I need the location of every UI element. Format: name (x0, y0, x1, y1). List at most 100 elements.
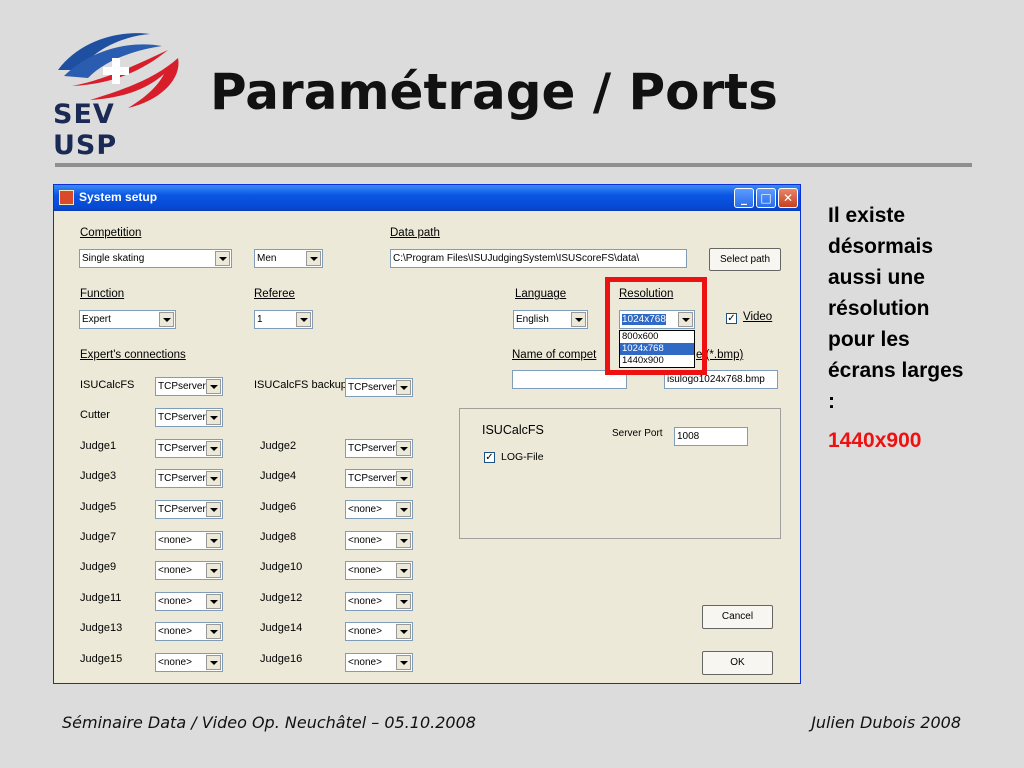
judge12-label: Judge12 (260, 592, 303, 604)
competition-value: Single skating (82, 253, 145, 264)
judge15-label: Judge15 (80, 653, 123, 665)
chevron-down-icon[interactable] (206, 410, 221, 425)
language-label: Language (515, 288, 567, 300)
close-button[interactable]: ✕ (778, 188, 798, 208)
judge13-label: Judge13 (80, 622, 123, 634)
judge11-value: <none> (158, 596, 192, 607)
isucalcfs-backup-select[interactable]: TCPserver (345, 378, 413, 397)
chevron-down-icon[interactable] (206, 563, 221, 578)
log-file-label: LOG-File (501, 451, 544, 463)
function-select[interactable]: Expert (79, 310, 176, 329)
chevron-down-icon[interactable] (396, 533, 411, 548)
language-select[interactable]: English (513, 310, 588, 329)
judge8-label: Judge8 (260, 531, 297, 543)
chevron-down-icon[interactable] (206, 594, 221, 609)
cutter-label: Cutter (80, 409, 110, 421)
minimize-button[interactable]: _ (734, 188, 754, 208)
chevron-down-icon[interactable] (296, 312, 311, 327)
isucalcfs-backup-label: ISUCalcFS backup (254, 379, 347, 391)
chevron-down-icon[interactable] (396, 594, 411, 609)
cutter-select[interactable]: TCPserver (155, 408, 223, 427)
panel-title: ISUCalcFS (482, 423, 544, 437)
app-icon (59, 190, 74, 205)
cutter-value: TCPserver (158, 412, 206, 423)
server-port-field[interactable]: 1008 (674, 427, 748, 446)
maximize-button[interactable]: □ (756, 188, 776, 208)
judge3-value: TCPserver (158, 473, 206, 484)
judge4-select[interactable]: TCPserver (345, 469, 413, 488)
chevron-down-icon[interactable] (396, 563, 411, 578)
judge6-select[interactable]: <none> (345, 500, 413, 519)
judge9-label: Judge9 (80, 561, 117, 573)
chevron-down-icon[interactable] (396, 624, 411, 639)
competition-label: Competition (80, 227, 142, 239)
chevron-down-icon[interactable] (206, 441, 221, 456)
data-path-label: Data path (390, 227, 440, 239)
server-port-value: 1008 (677, 431, 700, 442)
judge9-value: <none> (158, 565, 192, 576)
judge14-select[interactable]: <none> (345, 622, 413, 641)
judge8-select[interactable]: <none> (345, 531, 413, 550)
judge7-label: Judge7 (80, 531, 117, 543)
swoosh-icon (58, 33, 179, 108)
chevron-down-icon[interactable] (571, 312, 586, 327)
video-checkbox[interactable]: ✓ (726, 313, 737, 324)
judge11-select[interactable]: <none> (155, 592, 223, 611)
judge15-select[interactable]: <none> (155, 653, 223, 672)
judge11-label: Judge11 (80, 592, 122, 604)
judge1-value: TCPserver (158, 443, 206, 454)
language-value: English (516, 314, 549, 325)
judge16-select[interactable]: <none> (345, 653, 413, 672)
experts-connections-label: Expert's connections (80, 349, 186, 361)
chevron-down-icon[interactable] (396, 502, 411, 517)
competition-select[interactable]: Single skating (79, 249, 232, 268)
slide-title: Paramétrage / Ports (210, 63, 778, 121)
server-port-label: Server Port (612, 428, 663, 439)
chevron-down-icon[interactable] (396, 655, 411, 670)
referee-select[interactable]: 1 (254, 310, 313, 329)
judge2-label: Judge2 (260, 440, 297, 452)
side-note: Il existe désormais aussi une résolution… (828, 204, 964, 413)
chevron-down-icon[interactable] (396, 380, 411, 395)
select-path-button[interactable]: Select path (709, 248, 781, 271)
judge13-select[interactable]: <none> (155, 622, 223, 641)
ok-button[interactable]: OK (702, 651, 773, 675)
judge5-select[interactable]: TCPserver (155, 500, 223, 519)
chevron-down-icon[interactable] (206, 471, 221, 486)
chevron-down-icon[interactable] (206, 502, 221, 517)
judge9-select[interactable]: <none> (155, 561, 223, 580)
judge10-label: Judge10 (260, 561, 303, 573)
judge12-select[interactable]: <none> (345, 592, 413, 611)
chevron-down-icon[interactable] (206, 655, 221, 670)
judge10-select[interactable]: <none> (345, 561, 413, 580)
chevron-down-icon[interactable] (159, 312, 174, 327)
log-file-checkbox[interactable]: ✓ (484, 452, 495, 463)
judge16-value: <none> (348, 657, 382, 668)
logo-file-value: isulogo1024x768.bmp (667, 374, 765, 385)
logo-text-sev: SEV (53, 99, 115, 130)
chevron-down-icon[interactable] (206, 379, 221, 394)
judge3-select[interactable]: TCPserver (155, 469, 223, 488)
cancel-button[interactable]: Cancel (702, 605, 773, 629)
judge2-select[interactable]: TCPserver (345, 439, 413, 458)
chevron-down-icon[interactable] (396, 441, 411, 456)
isucalcfs-backup-value: TCPserver (348, 382, 396, 393)
judge1-select[interactable]: TCPserver (155, 439, 223, 458)
chevron-down-icon[interactable] (306, 251, 321, 266)
judge5-value: TCPserver (158, 504, 206, 515)
data-path-field[interactable]: C:\Program Files\ISUJudgingSystem\ISUSco… (390, 249, 687, 268)
judge13-value: <none> (158, 626, 192, 637)
chevron-down-icon[interactable] (206, 533, 221, 548)
judge14-value: <none> (348, 626, 382, 637)
competition-name-label: Name of compet (512, 349, 597, 361)
referee-value: 1 (257, 314, 263, 325)
chevron-down-icon[interactable] (206, 624, 221, 639)
isucalcfs-select[interactable]: TCPserver (155, 377, 223, 396)
chevron-down-icon[interactable] (396, 471, 411, 486)
category-select[interactable]: Men (254, 249, 323, 268)
chevron-down-icon[interactable] (215, 251, 230, 266)
judge7-select[interactable]: <none> (155, 531, 223, 550)
judge7-value: <none> (158, 535, 192, 546)
window-titlebar[interactable]: System setup _ □ ✕ (54, 185, 800, 211)
judge12-value: <none> (348, 596, 382, 607)
